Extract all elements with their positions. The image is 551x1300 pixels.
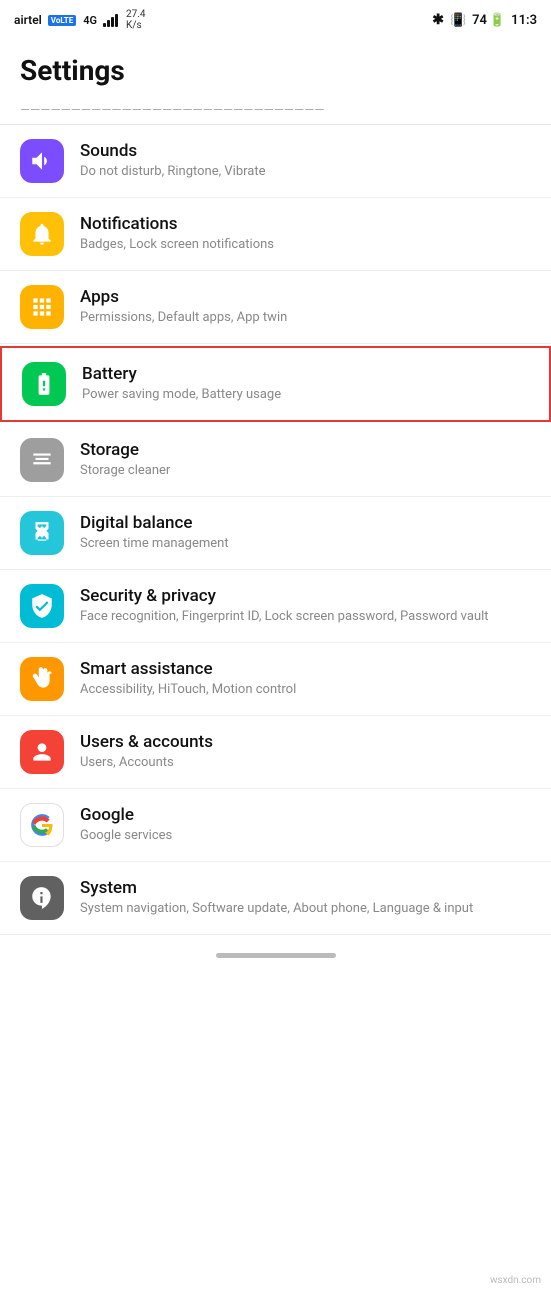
- home-indicator: [0, 935, 551, 970]
- storage-icon: [20, 438, 64, 482]
- settings-item-storage[interactable]: Storage Storage cleaner: [0, 424, 551, 497]
- status-left: airtel VoLTE 4G 27.4 K/s: [14, 9, 146, 31]
- security-privacy-icon: [20, 584, 64, 628]
- digital-balance-subtitle: Screen time management: [80, 535, 531, 553]
- security-privacy-title: Security & privacy: [80, 586, 531, 606]
- bluetooth-icon: ✱: [432, 12, 444, 28]
- users-accounts-icon: [20, 730, 64, 774]
- status-right: ✱ 📳 74 🔋 11:3: [432, 12, 537, 28]
- smart-assistance-icon: [20, 657, 64, 701]
- settings-item-security-privacy[interactable]: Security & privacy Face recognition, Fing…: [0, 570, 551, 643]
- settings-item-smart-assistance[interactable]: Smart assistance Accessibility, HiTouch, …: [0, 643, 551, 716]
- users-accounts-title: Users & accounts: [80, 732, 531, 752]
- status-bar: airtel VoLTE 4G 27.4 K/s ✱ 📳 74 🔋 11:3: [0, 0, 551, 38]
- battery-icon: [22, 362, 66, 406]
- settings-item-notifications[interactable]: Notifications Badges, Lock screen notific…: [0, 198, 551, 271]
- system-icon: [20, 876, 64, 920]
- google-title: Google: [80, 805, 531, 825]
- partial-item: ——————————————————————————————: [0, 97, 551, 125]
- digital-balance-title: Digital balance: [80, 513, 531, 533]
- settings-item-google[interactable]: Google Google services: [0, 789, 551, 862]
- time-text: 11:3: [511, 13, 537, 28]
- settings-list: Sounds Do not disturb, Ringtone, Vibrate N…: [0, 125, 551, 935]
- apps-title: Apps: [80, 287, 531, 307]
- settings-item-digital-balance[interactable]: Digital balance Screen time management: [0, 497, 551, 570]
- battery-icon: 🔋: [489, 13, 505, 28]
- system-subtitle: System navigation, Software update, Abou…: [80, 900, 531, 918]
- volte-badge: VoLTE: [48, 15, 76, 26]
- google-subtitle: Google services: [80, 827, 531, 845]
- sounds-icon: [20, 139, 64, 183]
- settings-item-battery[interactable]: Battery Power saving mode, Battery usage: [0, 346, 551, 422]
- google-icon: [20, 803, 64, 847]
- smart-assistance-title: Smart assistance: [80, 659, 531, 679]
- battery-title: Battery: [82, 364, 529, 384]
- storage-subtitle: Storage cleaner: [80, 462, 531, 480]
- notifications-subtitle: Badges, Lock screen notifications: [80, 236, 531, 254]
- settings-item-users-accounts[interactable]: Users & accounts Users, Accounts: [0, 716, 551, 789]
- security-privacy-subtitle: Face recognition, Fingerprint ID, Lock s…: [80, 608, 531, 626]
- battery-subtitle: Power saving mode, Battery usage: [82, 386, 529, 404]
- battery-container: 74 🔋: [472, 13, 505, 28]
- sounds-subtitle: Do not disturb, Ringtone, Vibrate: [80, 163, 531, 181]
- carrier-text: airtel: [14, 13, 42, 27]
- smart-assistance-subtitle: Accessibility, HiTouch, Motion control: [80, 681, 531, 699]
- settings-item-apps[interactable]: Apps Permissions, Default apps, App twin: [0, 271, 551, 344]
- digital-balance-icon: [20, 511, 64, 555]
- speed-text: 27.4 K/s: [126, 9, 146, 31]
- notifications-title: Notifications: [80, 214, 531, 234]
- apps-icon: [20, 285, 64, 329]
- system-title: System: [80, 878, 531, 898]
- watermark: wsxdn.com: [490, 1275, 541, 1286]
- sounds-title: Sounds: [80, 141, 531, 161]
- signal-bars-icon: [103, 13, 118, 27]
- home-pill: [216, 953, 336, 958]
- apps-subtitle: Permissions, Default apps, App twin: [80, 309, 531, 327]
- battery-percent-text: 74: [472, 13, 487, 28]
- network-icon: 4G: [83, 14, 97, 27]
- notifications-icon: [20, 212, 64, 256]
- storage-title: Storage: [80, 440, 531, 460]
- page-title: Settings: [0, 38, 551, 97]
- settings-item-sounds[interactable]: Sounds Do not disturb, Ringtone, Vibrate: [0, 125, 551, 198]
- users-accounts-subtitle: Users, Accounts: [80, 754, 531, 772]
- settings-item-system[interactable]: System System navigation, Software update…: [0, 862, 551, 935]
- vibrate-icon: 📳: [450, 13, 466, 28]
